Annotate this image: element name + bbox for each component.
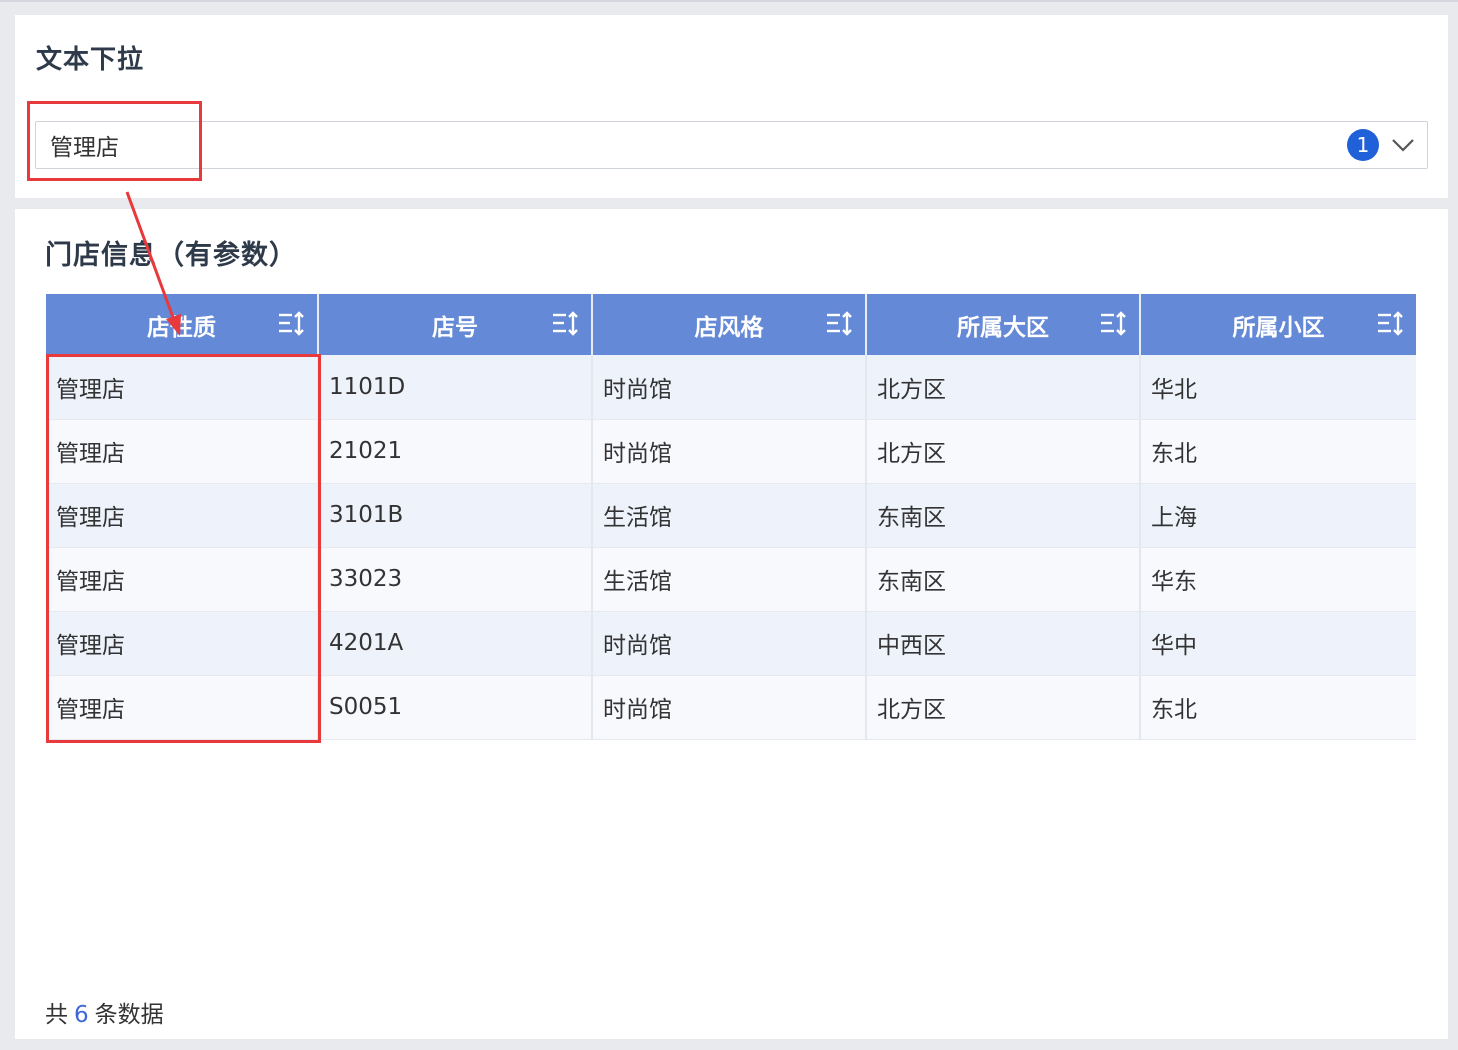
table-row: 管理店 33023 生活馆 东南区 华东	[46, 547, 1416, 612]
sort-icon[interactable]	[277, 310, 305, 338]
table-panel: 门店信息（有参数） 店性质 店号 店风格 所属大区 所属小区 管理店 1101D…	[15, 209, 1448, 1039]
table-row: 管理店 4201A 时尚馆 中西区 华中	[46, 611, 1416, 676]
table-cell: 33023	[318, 547, 593, 612]
filter-title: 文本下拉	[36, 45, 145, 75]
column-header-region[interactable]: 所属大区	[866, 294, 1141, 355]
table-cell: 上海	[1140, 483, 1416, 548]
table-cell: 东南区	[866, 483, 1141, 548]
table-cell: 北方区	[866, 675, 1141, 740]
table-cell: 4201A	[318, 611, 593, 676]
column-header-label: 所属小区	[1232, 314, 1325, 341]
table-cell: 时尚馆	[592, 419, 867, 484]
record-count-suffix: 条数据	[94, 1002, 164, 1028]
table-cell: 北方区	[866, 419, 1141, 484]
column-header-store-style[interactable]: 店风格	[592, 294, 867, 355]
table-cell: 3101B	[318, 483, 593, 548]
table-cell: 时尚馆	[592, 355, 867, 420]
sort-icon[interactable]	[551, 310, 579, 338]
table-cell: 东南区	[866, 547, 1141, 612]
table-cell: 华北	[1140, 355, 1416, 420]
table-row: 管理店 S0051 时尚馆 北方区 东北	[46, 675, 1416, 740]
table-cell: 1101D	[318, 355, 593, 420]
text-dropdown-select[interactable]: 管理店 1	[35, 121, 1428, 169]
table-cell: 管理店	[46, 419, 319, 484]
table-title: 门店信息（有参数）	[45, 240, 297, 271]
record-count-prefix: 共	[45, 1002, 68, 1028]
sort-icon[interactable]	[825, 310, 853, 338]
table-cell: 东北	[1140, 675, 1416, 740]
column-header-subregion[interactable]: 所属小区	[1140, 294, 1416, 355]
table-header-row: 店性质 店号 店风格 所属大区 所属小区	[46, 294, 1416, 355]
table-cell: 华东	[1140, 547, 1416, 612]
dropdown-selected-value: 管理店	[50, 135, 119, 161]
filter-panel: 文本下拉 管理店 1	[15, 15, 1448, 198]
table-cell: 生活馆	[592, 483, 867, 548]
record-count: 共 6 条数据	[45, 995, 164, 1029]
table-row: 管理店 1101D 时尚馆 北方区 华北	[46, 355, 1416, 420]
column-header-label: 店风格	[694, 314, 764, 341]
selected-count-badge: 1	[1347, 129, 1379, 161]
store-info-table: 店性质 店号 店风格 所属大区 所属小区 管理店 1101D 时尚馆 北方区 华…	[46, 294, 1416, 740]
table-cell: 时尚馆	[592, 611, 867, 676]
table-cell: 管理店	[46, 675, 319, 740]
sort-icon[interactable]	[1376, 310, 1404, 338]
table-cell: 华中	[1140, 611, 1416, 676]
table-cell: S0051	[318, 675, 593, 740]
table-cell: 管理店	[46, 355, 319, 420]
table-cell: 时尚馆	[592, 675, 867, 740]
column-header-label: 店性质	[147, 314, 216, 341]
record-count-number: 6	[74, 1002, 89, 1028]
column-header-label: 所属大区	[957, 314, 1049, 341]
sort-icon[interactable]	[1099, 310, 1127, 338]
table-cell: 21021	[318, 419, 593, 484]
column-header-label: 店号	[432, 314, 478, 341]
table-row: 管理店 3101B 生活馆 东南区 上海	[46, 483, 1416, 548]
table-row: 管理店 21021 时尚馆 北方区 东北	[46, 419, 1416, 484]
page: 文本下拉 管理店 1 门店信息（有参数） 店性质 店号 店风格 所属大区 所属小…	[0, 0, 1458, 1050]
table-cell: 管理店	[46, 547, 319, 612]
column-header-store-number[interactable]: 店号	[318, 294, 593, 355]
table-cell: 管理店	[46, 483, 319, 548]
table-cell: 东北	[1140, 419, 1416, 484]
chevron-down-icon[interactable]	[1389, 131, 1417, 159]
table-cell: 北方区	[866, 355, 1141, 420]
column-header-store-type[interactable]: 店性质	[46, 294, 319, 355]
table-cell: 管理店	[46, 611, 319, 676]
table-cell: 生活馆	[592, 547, 867, 612]
table-cell: 中西区	[866, 611, 1141, 676]
